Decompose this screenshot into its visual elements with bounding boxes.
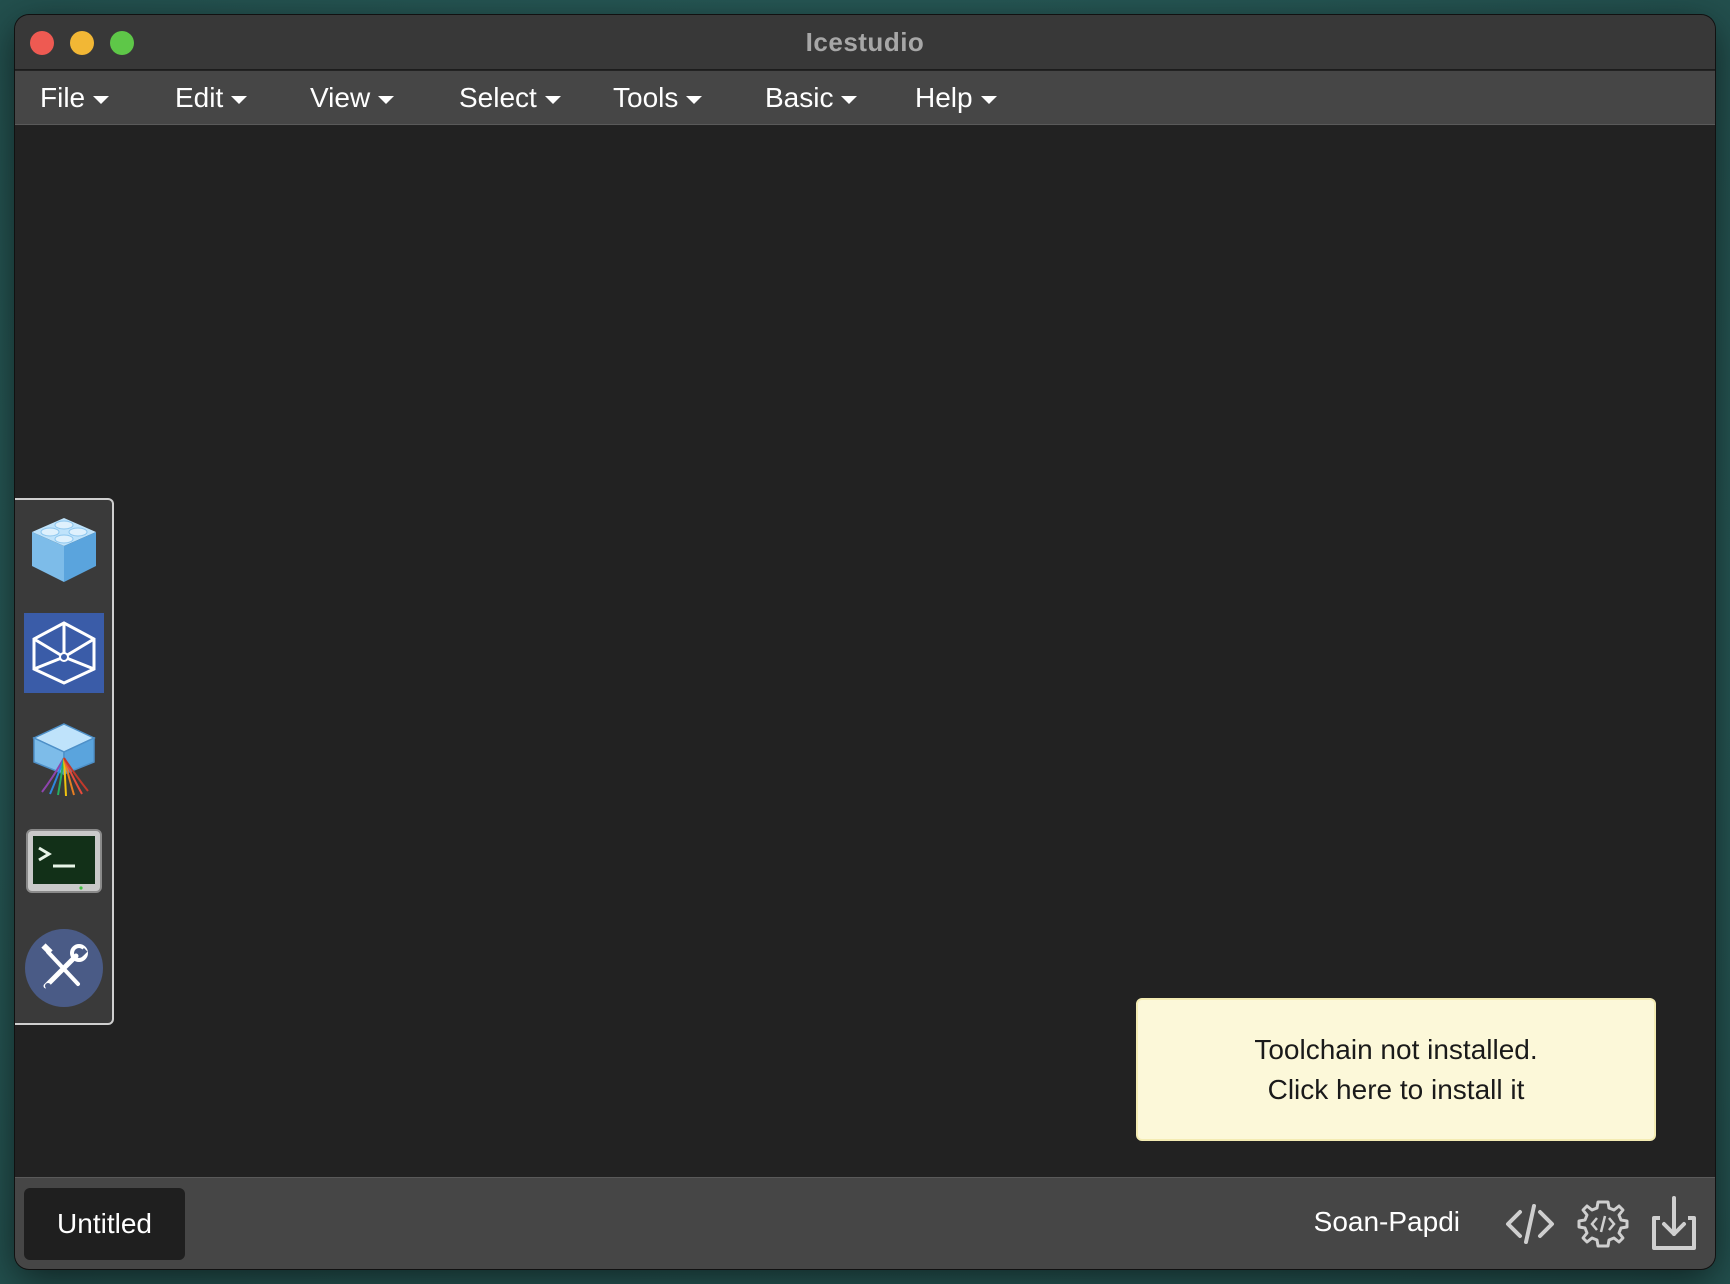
caret-down-icon [980,95,997,104]
block-cube-icon [32,518,96,582]
menu-help[interactable]: Help [915,71,997,125]
app-window: Icestudio File Edit View Select Tools Ba… [15,15,1715,1269]
caret-down-icon [686,95,703,104]
caret-down-icon [231,95,248,104]
menu-view-label: View [310,82,371,113]
toolbox-terminal-button[interactable] [24,823,104,903]
menu-edit[interactable]: Edit [175,71,248,125]
wrench-screwdriver-icon [25,929,103,1007]
menu-help-label: Help [915,82,973,113]
menu-view[interactable]: View [310,71,395,125]
menu-select-label: Select [459,82,537,113]
wireframe-cube-icon [32,621,96,685]
quick-access-toolbox [15,498,114,1025]
verify-code-button[interactable] [1502,1196,1558,1252]
caret-down-icon [93,95,110,104]
title-bar: Icestudio [15,15,1715,70]
menu-bar: File Edit View Select Tools Basic Help [15,71,1715,125]
window-title: Icestudio [805,27,925,57]
caret-down-icon [544,95,561,104]
menu-basic[interactable]: Basic [765,71,858,125]
toolbox-settings-button[interactable] [24,928,104,1008]
menu-select[interactable]: Select [459,71,561,125]
toolbox-fpga-button[interactable] [24,718,104,798]
toolbox-wireframe-button[interactable] [24,613,104,693]
terminal-icon [26,829,102,893]
toast-line-1: Toolchain not installed. [1254,1033,1538,1065]
toast-line-2: Click here to install it [1267,1073,1525,1105]
upload-download-icon [1652,1196,1696,1250]
caret-down-icon [841,95,858,104]
menu-edit-label: Edit [175,82,224,113]
code-icon [1506,1204,1554,1244]
file-name-tab[interactable]: Untitled [24,1188,185,1260]
gear-code-icon [1577,1200,1629,1248]
menu-file[interactable]: File [40,71,110,125]
menu-file-label: File [40,82,86,113]
caret-down-icon [378,95,395,104]
fpga-wires-cube-icon [32,723,96,797]
upload-button[interactable] [1646,1196,1702,1252]
menu-tools-label: Tools [613,82,679,113]
toolbox-blocks-button[interactable] [24,508,104,588]
menu-tools[interactable]: Tools [613,71,703,125]
design-canvas[interactable]: Toolchain not installed. Click here to i… [15,126,1715,1177]
board-name[interactable]: Soan-Papdi [1314,1206,1460,1238]
menu-basic-label: Basic [765,82,834,113]
toolchain-install-toast[interactable]: Toolchain not installed. Click here to i… [1136,998,1656,1141]
build-button[interactable] [1575,1196,1631,1252]
status-footer: Untitled Soan-Papdi [15,1177,1715,1269]
